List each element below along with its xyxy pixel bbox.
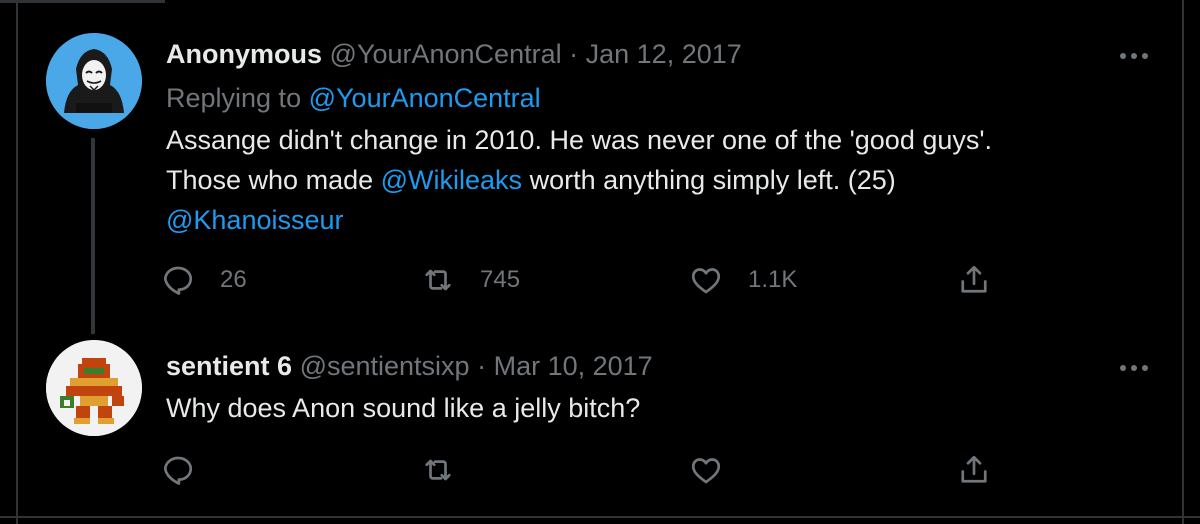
- mention-link[interactable]: @Wikileaks: [381, 165, 522, 195]
- avatar[interactable]: [46, 33, 142, 129]
- separator-dot: ·: [477, 351, 487, 381]
- tweet-anonymous[interactable]: Anonymous @YourAnonCentral · Jan 12, 201…: [0, 0, 1200, 330]
- tweet-actions: 26 745 1.1K: [160, 260, 1060, 300]
- retweet-button[interactable]: 745: [420, 260, 520, 300]
- tweet-sentient6[interactable]: sentient 6 @sentientsixp · Mar 10, 2017 …: [0, 330, 1200, 516]
- tweet-text-line-2: Those who made @Wikileaks worth anything…: [166, 160, 992, 200]
- display-name[interactable]: Anonymous: [166, 39, 322, 69]
- user-handle[interactable]: @YourAnonCentral: [330, 39, 562, 69]
- tweet-header: sentient 6 @sentientsixp · Mar 10, 2017: [166, 350, 653, 382]
- like-count: 1.1K: [748, 266, 798, 293]
- reply-count: 26: [220, 266, 247, 293]
- reply-button[interactable]: 26: [160, 260, 247, 300]
- tweet-text-line-1: Why does Anon sound like a jelly bitch?: [166, 393, 641, 423]
- tweet-text: Assange didn't change in 2010. He was ne…: [166, 120, 992, 240]
- retweet-icon: [425, 459, 451, 481]
- mention-link[interactable]: @Khanoisseur: [166, 200, 992, 240]
- display-name[interactable]: sentient 6: [166, 351, 292, 381]
- tweet-text-segment: worth anything simply left. (25): [529, 165, 896, 195]
- more-icon[interactable]: [1114, 46, 1154, 66]
- anonymous-mask-icon: [46, 33, 142, 129]
- tweet-date[interactable]: Mar 10, 2017: [494, 351, 653, 381]
- avatar[interactable]: [46, 340, 142, 436]
- retweet-count: 745: [480, 266, 521, 293]
- replying-to-label: Replying to: [166, 83, 302, 113]
- retweet-icon: [425, 269, 451, 291]
- like-icon: [691, 458, 721, 484]
- tweet-date[interactable]: Jan 12, 2017: [586, 39, 742, 69]
- tweet-text: Why does Anon sound like a jelly bitch?: [166, 388, 640, 428]
- like-button[interactable]: [688, 450, 724, 490]
- pixel-samus-icon: [46, 340, 142, 436]
- reply-icon: [164, 456, 193, 485]
- share-button[interactable]: [956, 450, 992, 490]
- reply-button[interactable]: [160, 450, 196, 490]
- more-icon[interactable]: [1114, 358, 1154, 378]
- share-icon: [961, 455, 987, 483]
- tweet-text-line-1: Assange didn't change in 2010. He was ne…: [166, 125, 993, 155]
- tweet-header: Anonymous @YourAnonCentral · Jan 12, 201…: [166, 38, 742, 70]
- replying-to: Replying to @YourAnonCentral: [166, 82, 541, 114]
- share-icon: [961, 265, 987, 293]
- reply-icon: [164, 266, 193, 295]
- replying-to-mention[interactable]: @YourAnonCentral: [309, 83, 541, 113]
- tweet-text-segment: Those who made: [166, 165, 374, 195]
- like-icon: [691, 268, 721, 294]
- bottom-divider: [0, 516, 1200, 518]
- like-button[interactable]: 1.1K: [688, 260, 797, 300]
- tweet-actions: [160, 450, 1060, 490]
- retweet-button[interactable]: [420, 450, 456, 490]
- separator-dot: ·: [569, 39, 579, 69]
- share-button[interactable]: [956, 260, 992, 300]
- user-handle[interactable]: @sentientsixp: [300, 351, 470, 381]
